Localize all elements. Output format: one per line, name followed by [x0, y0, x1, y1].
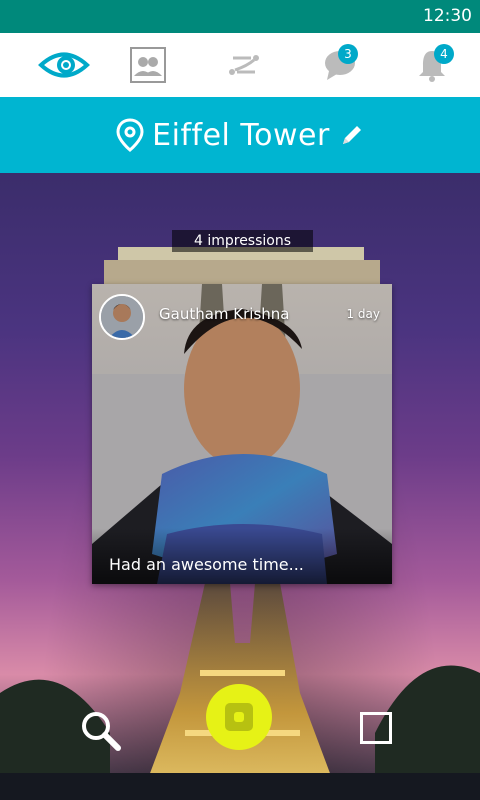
post-caption-bar: Had an awesome time...	[92, 528, 392, 584]
record-dot	[234, 712, 244, 722]
notifications-badge: 4	[434, 44, 454, 64]
tab-home[interactable]	[16, 33, 112, 97]
messages-badge: 3	[338, 44, 358, 64]
search-button[interactable]	[78, 708, 124, 754]
record-button[interactable]	[206, 684, 272, 750]
pencil-icon[interactable]	[340, 123, 364, 147]
post-caption: Had an awesome time...	[109, 555, 304, 574]
tab-notifications[interactable]: 4	[384, 33, 480, 97]
status-time: 12:30	[423, 6, 472, 26]
post-age: 1 day	[346, 307, 380, 321]
status-bar: 12:30	[0, 0, 480, 33]
impressions-label: 4 impressions	[172, 230, 313, 252]
location-title: Eiffel Tower	[152, 117, 330, 153]
search-icon	[82, 712, 121, 751]
route-icon	[229, 55, 259, 75]
square-icon[interactable]	[360, 712, 392, 744]
record-button-icon	[225, 703, 253, 731]
eye-logo-icon	[38, 52, 90, 78]
group-contacts-icon	[130, 47, 166, 83]
tab-messages[interactable]: 3	[292, 33, 388, 97]
tab-contacts[interactable]	[100, 33, 196, 97]
author-name[interactable]: Gautham Krishna	[159, 305, 289, 323]
post-card[interactable]: Gautham Krishna 1 day Had an awesome tim…	[92, 284, 392, 584]
tab-bar: 3 4	[0, 33, 480, 98]
location-pin-icon	[116, 118, 144, 152]
tab-routes[interactable]	[196, 33, 292, 97]
avatar-photo	[101, 296, 143, 338]
location-bar: Eiffel Tower	[0, 97, 480, 173]
author-avatar[interactable]	[99, 294, 145, 340]
